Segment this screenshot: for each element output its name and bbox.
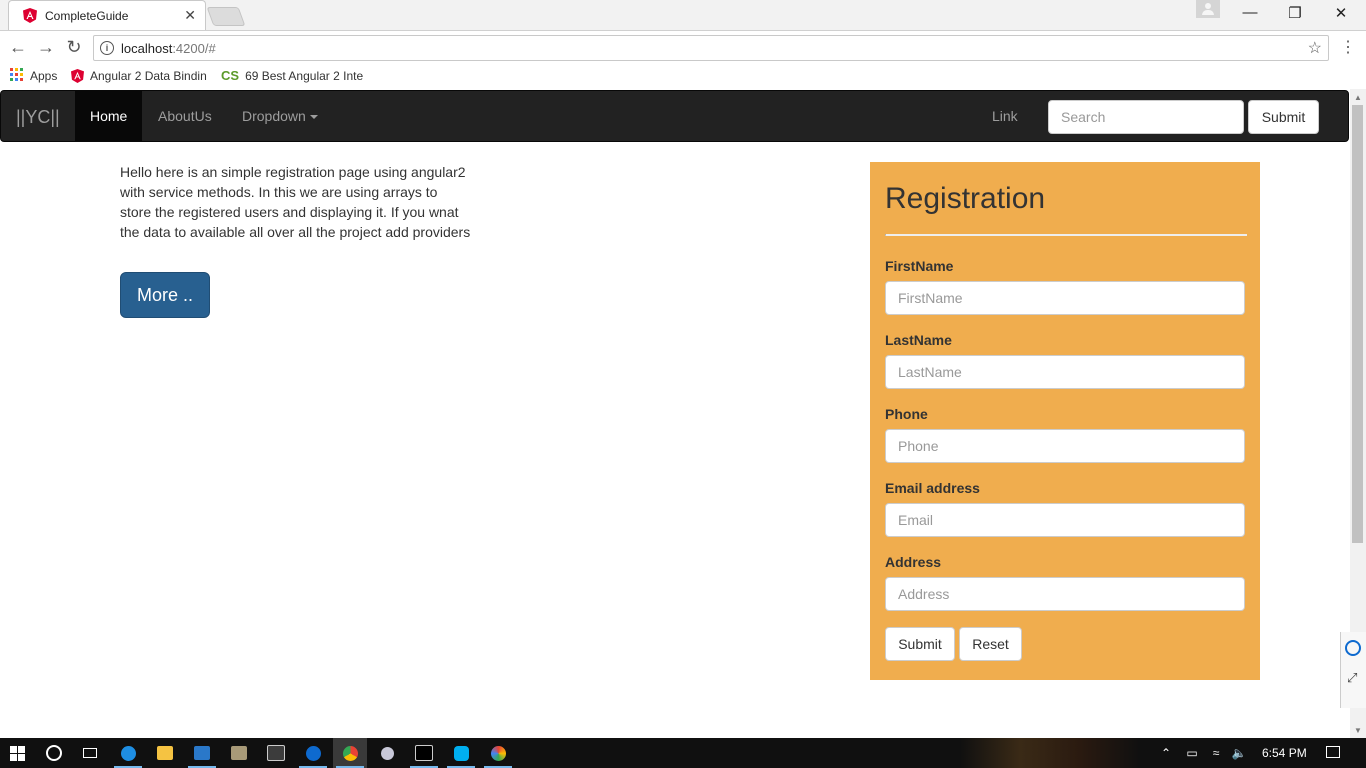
email-label: Email address [885, 480, 980, 496]
lastname-label: LastName [885, 332, 952, 348]
apps-grid-icon [10, 68, 24, 82]
minimize-button[interactable]: — [1240, 4, 1260, 21]
bookmark-apps[interactable]: Apps [10, 67, 57, 85]
chrome-icon[interactable] [333, 738, 367, 768]
address-input[interactable] [885, 577, 1245, 611]
app-icon[interactable] [370, 738, 404, 768]
battery-icon[interactable]: ▭ [1184, 738, 1200, 768]
edge-icon[interactable] [111, 738, 145, 768]
address-bar[interactable]: i localhost:4200/# ☆ [93, 35, 1329, 61]
intro-text: Hello here is an simple registration pag… [120, 164, 471, 240]
bookmark-angular-interview[interactable]: CS 69 Best Angular 2 Inte [221, 67, 363, 85]
bookmark-angular-data-binding[interactable]: Angular 2 Data Bindin [71, 67, 207, 85]
tab-strip: CompleteGuide ✕ — ❐ ✕ [0, 0, 1366, 30]
windows-taskbar: ⌃ ▭ ≈ 🔈 6:54 PM [0, 738, 1366, 768]
menu-dots-icon[interactable]: ⋮ [1340, 37, 1356, 57]
info-icon[interactable]: i [100, 41, 114, 55]
browser-toolbar: ← → ↻ i localhost:4200/# ☆ ⋮ [0, 30, 1366, 65]
firstname-input[interactable] [885, 281, 1245, 315]
angular-icon [23, 8, 37, 28]
tab-title: CompleteGuide [45, 9, 129, 23]
forward-arrow-icon[interactable]: → [35, 37, 57, 57]
user-icon [1205, 3, 1211, 9]
nav-item-aboutus[interactable]: AboutUs [143, 91, 227, 141]
more-button[interactable]: More .. [120, 272, 210, 318]
url-text: localhost:4200/# [121, 41, 216, 56]
volume-icon[interactable]: 🔈 [1230, 738, 1248, 768]
close-window-button[interactable]: ✕ [1331, 4, 1351, 22]
bookmark-star-icon[interactable]: ☆ [1308, 38, 1322, 58]
nav-link[interactable]: Link [977, 91, 1033, 141]
nav-item-home[interactable]: Home [75, 91, 143, 141]
navbar-brand[interactable]: ||YC|| [16, 107, 60, 128]
phone-label: Phone [885, 406, 928, 422]
nav-item-dropdown[interactable]: Dropdown [227, 91, 333, 141]
firstname-label: FirstName [885, 258, 954, 274]
phone-input[interactable] [885, 429, 1245, 463]
back-arrow-icon[interactable]: ← [7, 37, 29, 57]
scroll-up-icon[interactable]: ▲ [1354, 93, 1362, 102]
expand-icon[interactable]: ⤢ [1347, 670, 1357, 686]
divider [885, 234, 1247, 236]
profile-button[interactable] [1196, 0, 1220, 18]
teamviewer-icon[interactable] [1345, 640, 1361, 656]
reload-icon[interactable]: ↻ [63, 37, 85, 57]
cs-icon: CS [221, 68, 240, 83]
new-tab-button[interactable] [206, 7, 246, 26]
caret-down-icon [309, 115, 318, 120]
registration-title: Registration [885, 182, 1046, 215]
navbar-submit-button[interactable]: Submit [1248, 100, 1319, 134]
registration-reset-button[interactable]: Reset [959, 627, 1022, 661]
tab-close-icon[interactable]: ✕ [184, 7, 196, 24]
terminal-icon[interactable] [259, 738, 293, 768]
registration-submit-button[interactable]: Submit [885, 627, 955, 661]
windows-start-icon[interactable] [0, 738, 34, 768]
visual-studio-code-icon[interactable] [185, 738, 219, 768]
task-view-icon[interactable] [73, 738, 107, 768]
browser-tab[interactable]: CompleteGuide ✕ [8, 0, 206, 30]
bookmarks-bar: Apps Angular 2 Data Bindin CS 69 Best Ang… [0, 64, 1366, 88]
notification-icon[interactable] [1326, 746, 1340, 758]
restore-button[interactable]: ❐ [1285, 4, 1305, 22]
wifi-icon[interactable]: ≈ [1208, 738, 1224, 768]
file-explorer-icon[interactable] [148, 738, 182, 768]
app-icon[interactable] [222, 738, 256, 768]
address-label: Address [885, 554, 942, 570]
cortana-icon[interactable] [37, 738, 71, 768]
cmd-icon[interactable] [407, 738, 441, 768]
teamviewer-widget[interactable]: ⤢ [1340, 632, 1366, 708]
paint-icon[interactable] [481, 738, 515, 768]
chevron-up-icon[interactable]: ⌃ [1158, 738, 1174, 768]
top-navbar: ||YC|| Home AboutUs Dropdown Link Submit [0, 90, 1349, 142]
page-viewport: ||YC|| Home AboutUs Dropdown Link Submit… [0, 89, 1350, 738]
skype-icon[interactable] [444, 738, 478, 768]
teamviewer-icon[interactable] [296, 738, 330, 768]
registration-panel: Registration FirstName LastName Phone Em… [870, 162, 1260, 680]
scrollbar-thumb[interactable] [1352, 105, 1363, 543]
navbar-search-input[interactable] [1048, 100, 1244, 134]
angular-icon [71, 69, 84, 88]
scroll-down-icon[interactable]: ▼ [1354, 726, 1362, 735]
lastname-input[interactable] [885, 355, 1245, 389]
email-input[interactable] [885, 503, 1245, 537]
system-clock[interactable]: 6:54 PM [1262, 746, 1307, 760]
